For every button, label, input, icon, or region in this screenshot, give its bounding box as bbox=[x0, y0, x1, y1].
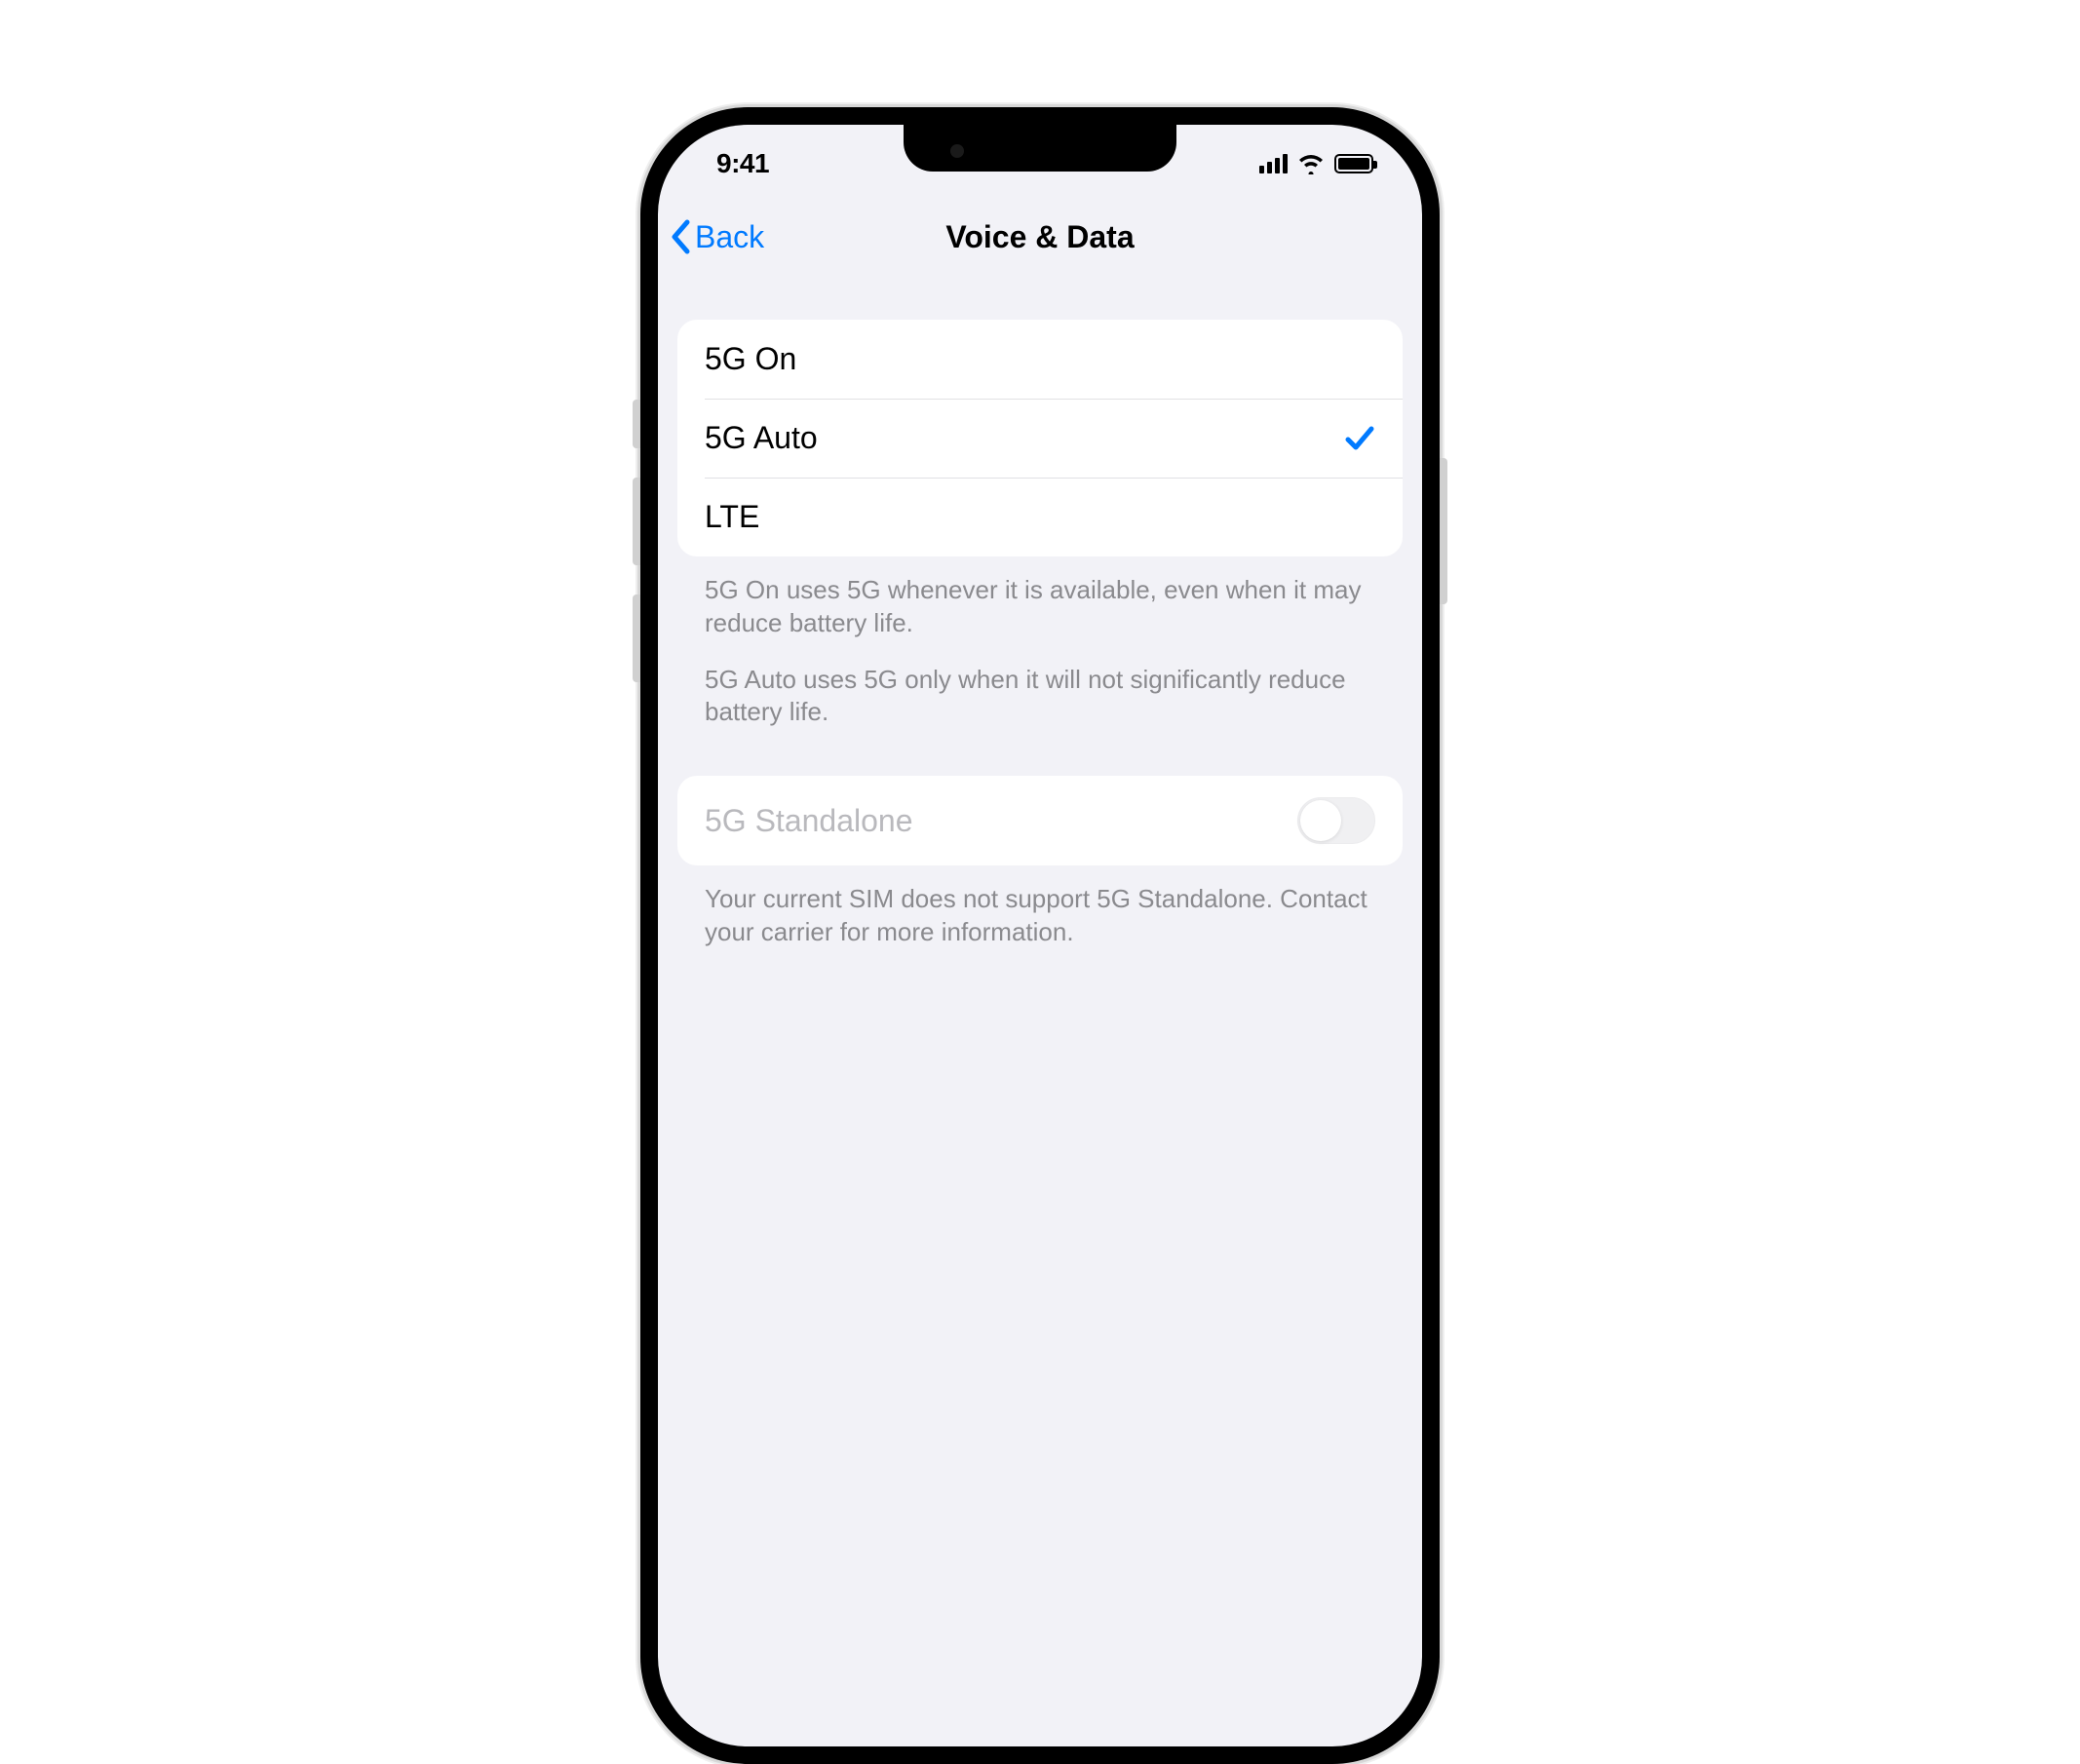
network-mode-group: 5G On 5G Auto LTE bbox=[677, 320, 1403, 556]
back-label: Back bbox=[695, 219, 764, 255]
footer-paragraph: 5G On uses 5G whenever it is available, … bbox=[705, 574, 1375, 640]
footer-paragraph: 5G Auto uses 5G only when it will not si… bbox=[705, 664, 1375, 730]
network-mode-footer: 5G On uses 5G whenever it is available, … bbox=[677, 556, 1403, 729]
option-5g-auto[interactable]: 5G Auto bbox=[677, 399, 1403, 478]
cellular-signal-icon bbox=[1259, 154, 1288, 173]
option-5g-on[interactable]: 5G On bbox=[677, 320, 1403, 399]
option-label: 5G Standalone bbox=[705, 803, 913, 839]
page-title: Voice & Data bbox=[945, 219, 1134, 255]
phone-side-buttons-left bbox=[633, 400, 640, 711]
option-label: 5G Auto bbox=[705, 420, 818, 456]
option-label: 5G On bbox=[705, 341, 796, 377]
standalone-group: 5G Standalone bbox=[677, 776, 1403, 865]
phone-frame: 9:41 Back Voice & Data bbox=[640, 107, 1440, 1764]
option-lte[interactable]: LTE bbox=[677, 478, 1403, 556]
option-5g-standalone: 5G Standalone bbox=[677, 776, 1403, 865]
phone-notch bbox=[904, 125, 1176, 172]
battery-icon bbox=[1334, 154, 1373, 173]
option-label: LTE bbox=[705, 499, 759, 535]
status-icons bbox=[1259, 153, 1373, 174]
navigation-bar: Back Voice & Data bbox=[658, 203, 1422, 271]
phone-screen: 9:41 Back Voice & Data bbox=[658, 125, 1422, 1746]
checkmark-icon bbox=[1344, 424, 1375, 453]
footer-paragraph: Your current SIM does not support 5G Sta… bbox=[705, 883, 1375, 949]
wifi-icon bbox=[1297, 153, 1325, 174]
status-time: 9:41 bbox=[716, 148, 769, 179]
toggle-knob bbox=[1300, 800, 1341, 841]
standalone-toggle bbox=[1297, 797, 1375, 844]
back-button[interactable]: Back bbox=[670, 219, 764, 255]
chevron-back-icon bbox=[670, 219, 691, 254]
phone-side-button-right bbox=[1440, 458, 1447, 604]
settings-content: 5G On 5G Auto LTE 5G On uses 5G whenever… bbox=[658, 271, 1422, 949]
standalone-footer: Your current SIM does not support 5G Sta… bbox=[677, 865, 1403, 949]
